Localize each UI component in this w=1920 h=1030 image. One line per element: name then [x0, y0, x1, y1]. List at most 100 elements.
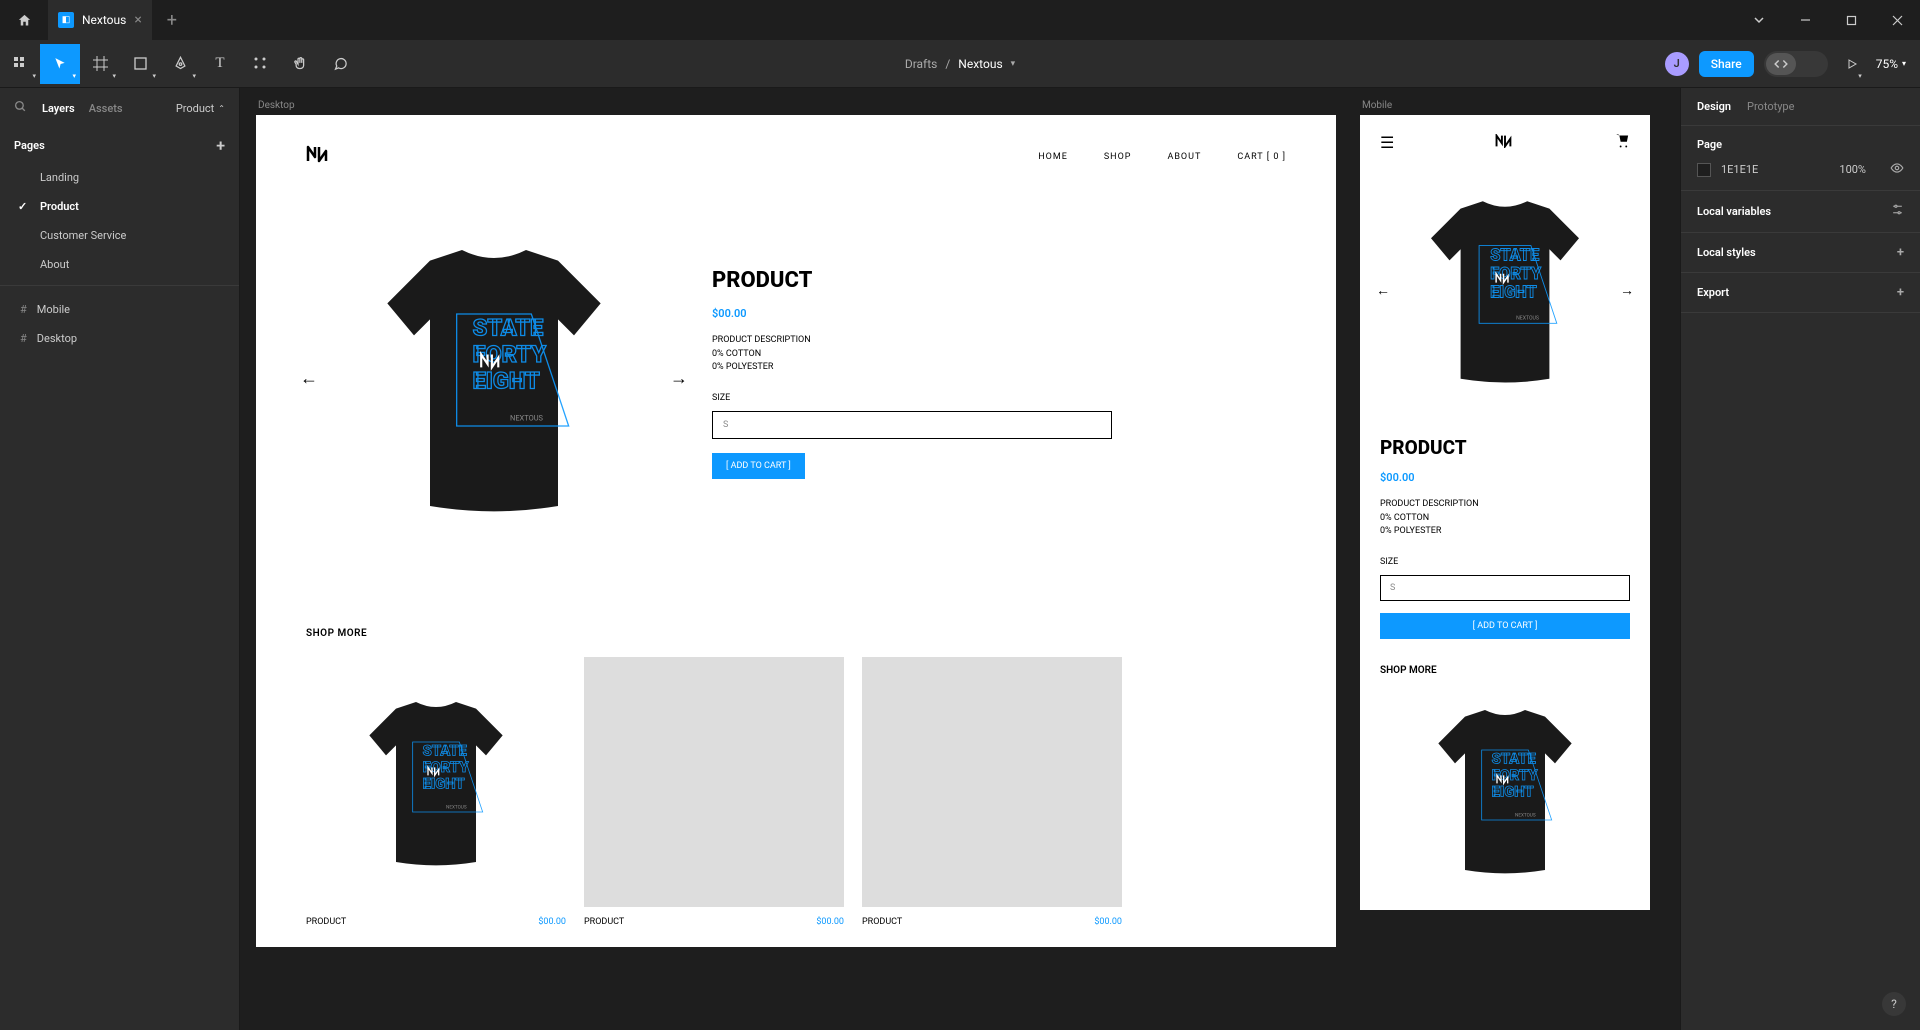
- svg-text:EIGHT: EIGHT: [1490, 282, 1537, 301]
- layer-frame-mobile[interactable]: # Mobile: [0, 295, 239, 324]
- svg-text:NEXTOUS: NEXTOUS: [446, 805, 467, 811]
- svg-text:EIGHT: EIGHT: [473, 367, 540, 395]
- frame-icon: #: [20, 332, 27, 345]
- chevron-down-icon[interactable]: ▾: [1011, 59, 1016, 69]
- size-select-mobile: S: [1380, 575, 1630, 601]
- gallery-next-icon: →: [666, 364, 692, 393]
- add-to-cart-button-mobile: [ ADD TO CART ]: [1380, 613, 1630, 639]
- svg-text:FORTY: FORTY: [1490, 264, 1542, 283]
- shop-more-heading-mobile: SHOP MORE: [1380, 665, 1630, 676]
- shape-tool[interactable]: ▾: [120, 44, 160, 84]
- code-icon: [1766, 53, 1796, 75]
- design-tab[interactable]: Design: [1697, 100, 1731, 113]
- main-menu-button[interactable]: ▾: [0, 44, 40, 84]
- gallery-prev-icon: ←: [1372, 278, 1394, 303]
- layer-frame-desktop[interactable]: # Desktop: [0, 324, 239, 353]
- prototype-tab[interactable]: Prototype: [1747, 100, 1794, 113]
- svg-text:FORTY: FORTY: [1492, 766, 1539, 784]
- page-color-opacity[interactable]: 100%: [1839, 163, 1866, 176]
- nav-shop: SHOP: [1104, 152, 1132, 162]
- assets-tab[interactable]: Assets: [89, 102, 123, 115]
- product-title-mobile: PRODUCT: [1380, 436, 1630, 459]
- svg-text:EIGHT: EIGHT: [1492, 782, 1534, 800]
- figma-file-icon: ◧: [58, 12, 74, 28]
- add-to-cart-button: [ ADD TO CART ]: [712, 453, 805, 479]
- product-image: STATE FORTY EIGHT NEXTOUS: [334, 218, 654, 538]
- size-label-mobile: SIZE: [1380, 557, 1630, 567]
- share-button[interactable]: Share: [1699, 51, 1754, 77]
- svg-text:FORTY: FORTY: [473, 340, 547, 368]
- search-icon[interactable]: [14, 100, 28, 116]
- page-dropdown[interactable]: Product ⌃: [176, 102, 225, 115]
- window-maximize-icon[interactable]: [1828, 0, 1874, 40]
- product-price: $00.00: [712, 307, 1296, 320]
- shop-more-heading: SHOP MORE: [306, 628, 1286, 639]
- pages-label: Pages: [14, 139, 45, 152]
- svg-text:NEXTOUS: NEXTOUS: [1516, 316, 1539, 322]
- present-button[interactable]: ▾: [1838, 44, 1866, 84]
- breadcrumb-file[interactable]: Nextous: [958, 57, 1002, 71]
- canvas[interactable]: Desktop HOME SHOP ABOUT CART [ 0 ] ←: [240, 88, 1680, 1030]
- home-button[interactable]: [0, 0, 48, 40]
- window-dropdown-icon[interactable]: [1736, 0, 1782, 40]
- product-description: PRODUCT DESCRIPTION 0% COTTON 0% POLYEST…: [712, 334, 1296, 375]
- frame-label-desktop[interactable]: Desktop: [256, 100, 1336, 111]
- file-tab[interactable]: ◧ Nextous ×: [48, 0, 152, 40]
- product-description-mobile: PRODUCT DESCRIPTION 0% COTTON 0% POLYEST…: [1380, 498, 1630, 539]
- comment-tool[interactable]: [320, 44, 360, 84]
- page-color-hex[interactable]: 1E1E1E: [1721, 163, 1758, 176]
- frame-label-mobile[interactable]: Mobile: [1360, 100, 1650, 111]
- window-close-icon[interactable]: [1874, 0, 1920, 40]
- close-tab-icon[interactable]: ×: [134, 12, 141, 28]
- size-label: SIZE: [712, 393, 1296, 403]
- add-icon[interactable]: +: [1897, 245, 1904, 260]
- help-button[interactable]: ?: [1882, 992, 1906, 1016]
- layers-tab[interactable]: Layers: [42, 102, 75, 115]
- hamburger-icon: ☰: [1380, 133, 1394, 152]
- svg-text:FORTY: FORTY: [423, 758, 470, 776]
- window-minimize-icon[interactable]: [1782, 0, 1828, 40]
- breadcrumb-root[interactable]: Drafts: [905, 57, 938, 71]
- page-item-customer-service[interactable]: Customer Service: [0, 221, 239, 250]
- related-product: PRODUCT$00.00: [862, 657, 1122, 927]
- gallery-next-icon: →: [1616, 278, 1638, 303]
- hand-tool[interactable]: [280, 44, 320, 84]
- related-product: PRODUCT$00.00: [584, 657, 844, 927]
- settings-icon[interactable]: [1891, 203, 1904, 220]
- export-label[interactable]: Export: [1697, 286, 1729, 299]
- page-item-about[interactable]: About: [0, 250, 239, 279]
- artboard-mobile[interactable]: ☰ ← STATE FORTY EIGHT: [1360, 115, 1650, 910]
- product-price-mobile: $00.00: [1380, 471, 1630, 484]
- pen-tool[interactable]: ▾: [160, 44, 200, 84]
- page-section-label: Page: [1697, 138, 1904, 151]
- cart-icon: [1615, 133, 1630, 152]
- artboard-desktop[interactable]: HOME SHOP ABOUT CART [ 0 ] ←: [256, 115, 1336, 947]
- user-avatar[interactable]: J: [1665, 52, 1689, 76]
- nav-home: HOME: [1038, 152, 1068, 162]
- add-page-button[interactable]: +: [216, 136, 225, 155]
- tab-title: Nextous: [82, 13, 126, 27]
- size-select: S: [712, 411, 1112, 439]
- related-product: STATE FORTY EIGHT NEXTOUS: [306, 657, 566, 927]
- gallery-prev-icon: ←: [296, 364, 322, 393]
- visibility-icon[interactable]: [1890, 161, 1904, 178]
- text-tool[interactable]: T: [200, 44, 240, 84]
- nav-cart: CART [ 0 ]: [1237, 152, 1286, 162]
- dev-mode-toggle[interactable]: [1764, 51, 1828, 77]
- add-icon[interactable]: +: [1897, 285, 1904, 300]
- resources-tool[interactable]: [240, 44, 280, 84]
- page-item-landing[interactable]: Landing: [0, 163, 239, 192]
- page-item-product[interactable]: Product: [0, 192, 239, 221]
- product-image-mobile: STATE FORTY EIGHT NEXTOUS: [1394, 170, 1616, 410]
- new-tab-button[interactable]: +: [152, 10, 192, 31]
- frame-tool[interactable]: ▾: [80, 44, 120, 84]
- local-variables-label[interactable]: Local variables: [1697, 205, 1771, 218]
- site-logo: [306, 145, 332, 168]
- svg-text:NEXTOUS: NEXTOUS: [510, 414, 544, 423]
- breadcrumb-separator: /: [945, 57, 950, 71]
- svg-text:NEXTOUS: NEXTOUS: [1515, 812, 1536, 818]
- zoom-level[interactable]: 75%▾: [1876, 57, 1906, 71]
- local-styles-label[interactable]: Local styles: [1697, 246, 1756, 259]
- page-color-swatch[interactable]: [1697, 163, 1711, 177]
- move-tool[interactable]: ▾: [40, 44, 80, 84]
